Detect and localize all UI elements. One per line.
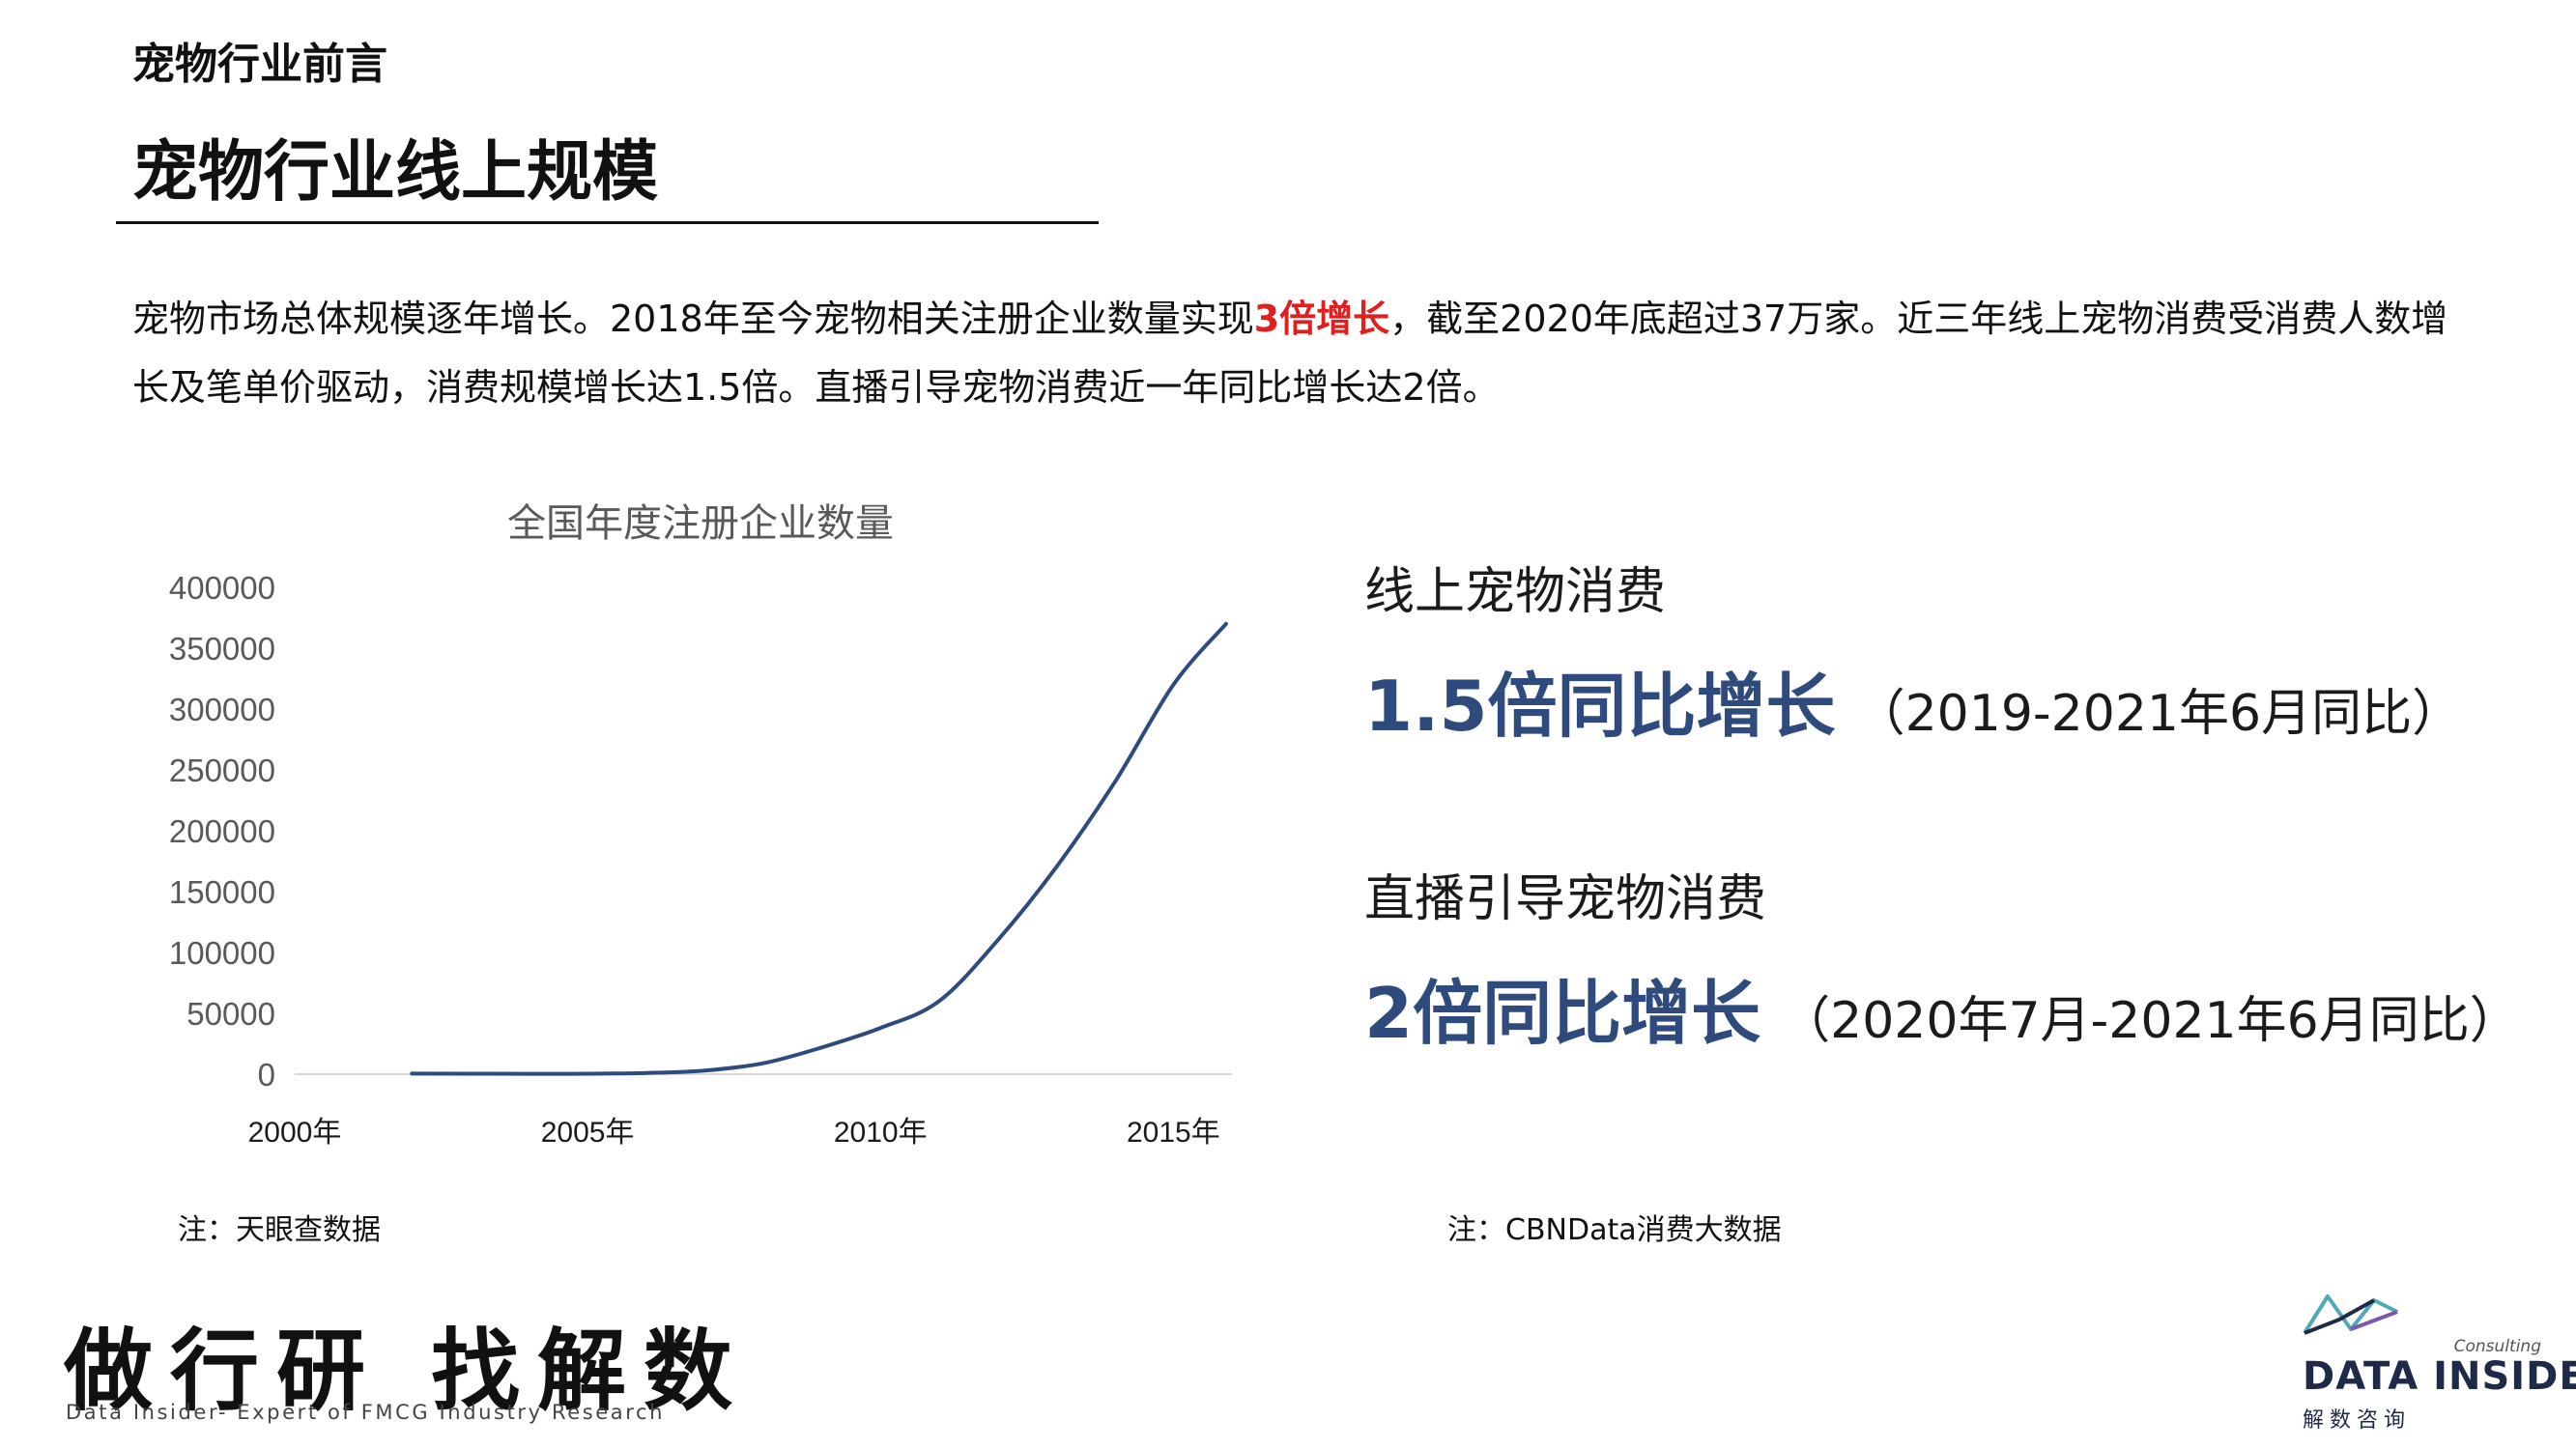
- data-insider-logo: Consulting DATA INSIDER 解数咨询: [2296, 1291, 2576, 1435]
- title-divider: [116, 221, 1099, 224]
- y-tick-label: 50000: [186, 996, 275, 1032]
- x-tick-label: 2010年: [834, 1117, 928, 1149]
- logo-brand-subtitle: 解数咨询: [2303, 1408, 2412, 1433]
- stat-livestream-consumption-value: 2倍同比增长: [1364, 973, 1761, 1054]
- data-point: [644, 1070, 649, 1076]
- data-point: [995, 937, 1001, 943]
- stat-online-consumption-row: 1.5倍同比增长 （2019-2021年6月同比）: [1364, 649, 2462, 751]
- y-tick-label: 350000: [169, 631, 275, 667]
- stat-online-consumption-value: 1.5倍同比增长: [1364, 666, 1836, 747]
- y-tick-label: 400000: [169, 570, 275, 606]
- stat-livestream-consumption-label: 直播引导宠物消费: [1364, 870, 1767, 928]
- data-point: [819, 1044, 825, 1050]
- page-title: 宠物行业线上规模: [132, 134, 659, 211]
- data-point: [1112, 780, 1118, 785]
- intro-paragraph: 宠物市场总体规模逐年增长。2018年至今宠物相关注册企业数量实现3倍增长，截至2…: [132, 285, 2471, 422]
- data-point: [527, 1071, 532, 1077]
- intro-highlight: 3倍增长: [1253, 298, 1390, 340]
- data-points: [409, 621, 1229, 1077]
- logo-consulting-text: Consulting: [2453, 1337, 2541, 1356]
- x-tick-label: 2000年: [248, 1117, 342, 1149]
- stat-online-consumption-label: 线上宠物消费: [1364, 563, 1667, 621]
- y-tick-label: 300000: [169, 692, 275, 727]
- data-point: [1053, 865, 1059, 870]
- y-tick-label: 200000: [169, 813, 275, 849]
- x-tick-label: 2005年: [541, 1117, 635, 1149]
- data-point: [701, 1067, 707, 1073]
- y-tick-label: 0: [258, 1057, 275, 1093]
- section-label: 宠物行业前言: [132, 40, 387, 89]
- logo-mark-icon: [2303, 1294, 2398, 1335]
- y-tick-label: 150000: [169, 874, 275, 910]
- y-tick-label: 100000: [169, 935, 275, 971]
- x-tick-label: 2015年: [1127, 1117, 1220, 1149]
- data-point: [1223, 621, 1229, 627]
- data-point: [877, 1025, 883, 1031]
- x-axis-ticks: 2000年 2005年 2010年 2015年: [248, 1117, 1220, 1149]
- data-point: [1170, 682, 1176, 688]
- stat-livestream-consumption-row: 2倍同比增长 （2020年7月-2021年6月同比）: [1364, 956, 2520, 1058]
- data-point: [936, 998, 942, 1004]
- chart-title: 全国年度注册企业数量: [507, 502, 894, 545]
- logo-brand-name: DATA INSIDER: [2303, 1354, 2576, 1399]
- data-point: [760, 1061, 766, 1066]
- stats-source-note: 注：CBNData消费大数据: [1447, 1213, 1782, 1247]
- data-point: [409, 1070, 415, 1076]
- y-axis-ticks: 0 50000 100000 150000 200000 250000 300000 3500…: [169, 570, 275, 1093]
- footer-slogan-subtitle: Data Insider- Expert of FMCG Industry Re…: [66, 1401, 666, 1424]
- y-tick-label: 250000: [169, 753, 275, 788]
- series-line-registrations: [410, 621, 1228, 1076]
- registration-line-chart: 全国年度注册企业数量 0 50000 100000 150000 200000 25000…: [169, 502, 1232, 1149]
- intro-text-part1: 宠物市场总体规模逐年增长。2018年至今宠物相关注册企业数量实现: [132, 298, 1254, 340]
- stat-online-consumption-note: （2019-2021年6月同比）: [1854, 685, 2463, 743]
- chart-source-note: 注：天眼查数据: [178, 1213, 381, 1247]
- stat-livestream-consumption-note: （2020年7月-2021年6月同比）: [1780, 992, 2520, 1050]
- data-point: [585, 1070, 590, 1076]
